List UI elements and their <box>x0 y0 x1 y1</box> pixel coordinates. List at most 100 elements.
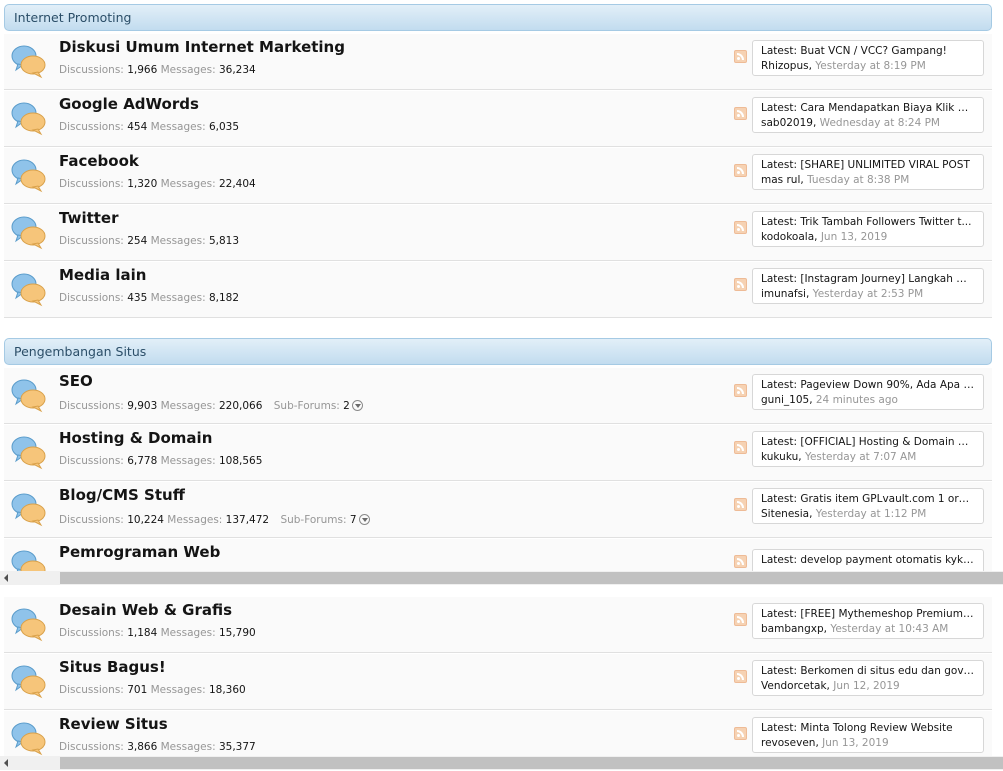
latest-user-link[interactable]: revoseven <box>761 737 815 749</box>
forum-title-link[interactable]: SEO <box>59 372 93 390</box>
forum-bubble-icon <box>10 719 48 756</box>
rss-feed-icon[interactable] <box>734 727 747 740</box>
rss-feed-icon[interactable] <box>734 221 747 234</box>
messages-label: Messages: <box>167 514 223 526</box>
discussions-label: Discussions: <box>59 400 124 412</box>
discussions-count: 435 <box>127 292 148 304</box>
forum-title-link[interactable]: Google AdWords <box>59 95 199 113</box>
scroll-left-arrow-icon[interactable] <box>0 571 14 585</box>
scrollbar-thumb[interactable] <box>60 572 1003 584</box>
latest-thread-link[interactable]: Gratis item GPLvault.com 1 oran... <box>800 493 975 505</box>
discussions-label: Discussions: <box>59 684 124 696</box>
rss-feed-icon[interactable] <box>734 50 747 63</box>
latest-thread-link[interactable]: Cara Mendapatkan Biaya Klik Mur... <box>800 102 975 114</box>
latest-label: Latest: <box>761 665 797 677</box>
category-header-pengembangan-situs[interactable]: Pengembangan Situs <box>4 338 992 365</box>
forum-title-link[interactable]: Blog/CMS Stuff <box>59 486 185 504</box>
latest-thread-link[interactable]: [OFFICIAL] Hosting & Domain Co... <box>800 436 975 448</box>
latest-time: Yesterday at 2:53 PM <box>812 288 924 300</box>
latest-user-link[interactable]: Vendorcetak <box>761 680 827 692</box>
messages-count: 22,404 <box>218 178 256 190</box>
messages-count: 137,472 <box>225 514 270 526</box>
discussions-count: 1,320 <box>127 178 158 190</box>
latest-label: Latest: <box>761 608 797 620</box>
latest-label: Latest: <box>761 273 797 285</box>
forum-title-link[interactable]: Diskusi Umum Internet Marketing <box>59 38 345 56</box>
latest-post-box: Latest: [SHARE] UNLIMITED VIRAL POST mas… <box>752 154 984 190</box>
horizontal-scrollbar[interactable] <box>0 756 1003 770</box>
forum-bubble-icon <box>10 213 48 251</box>
latest-thread-link[interactable]: develop payment otomatis kyk t... <box>800 554 975 566</box>
rss-feed-icon[interactable] <box>734 555 747 568</box>
rss-feed-icon[interactable] <box>734 278 747 291</box>
chevron-down-icon[interactable] <box>358 514 370 525</box>
messages-label: Messages: <box>150 684 206 696</box>
forum-bubble-icon <box>10 42 48 80</box>
messages-label: Messages: <box>150 235 206 247</box>
latest-user-link[interactable]: sab02019 <box>761 117 813 129</box>
forum-title-link[interactable]: Facebook <box>59 152 139 170</box>
rss-feed-icon[interactable] <box>734 107 747 120</box>
messages-label: Messages: <box>150 121 206 133</box>
latest-thread-link[interactable]: Buat VCN / VCC? Gampang! <box>800 45 947 57</box>
discussions-count: 454 <box>127 121 148 133</box>
forum-title-link[interactable]: Twitter <box>59 209 119 227</box>
messages-count: 108,565 <box>218 455 263 467</box>
discussions-count: 3,866 <box>127 741 158 753</box>
discussions-label: Discussions: <box>59 292 124 304</box>
rss-feed-icon[interactable] <box>734 670 747 683</box>
latest-thread-link[interactable]: Minta Tolong Review Website <box>800 722 952 734</box>
forum-title-link[interactable]: Media lain <box>59 266 146 284</box>
forum-title-link[interactable]: Desain Web & Grafis <box>59 601 232 619</box>
latest-thread-link[interactable]: Trik Tambah Followers Twitter t... <box>800 216 971 228</box>
forum-stats: Discussions: 9,903 Messages: 220,066 Sub… <box>59 398 363 412</box>
discussions-label: Discussions: <box>59 514 124 526</box>
forum-bubble-icon <box>10 662 48 700</box>
rss-feed-icon[interactable] <box>734 498 747 511</box>
forum-title-link[interactable]: Pemrograman Web <box>59 543 220 561</box>
latest-thread-link[interactable]: [FREE] Mythemeshop Premium T... <box>800 608 975 620</box>
latest-user-link[interactable]: guni_105 <box>761 394 809 406</box>
rss-feed-icon[interactable] <box>734 441 747 454</box>
rss-feed-icon[interactable] <box>734 164 747 177</box>
latest-thread-link[interactable]: Pageview Down 90%, Ada Apa Ge... <box>800 379 975 391</box>
latest-post-box: Latest: Buat VCN / VCC? Gampang! Rhizopu… <box>752 40 984 76</box>
messages-label: Messages: <box>160 455 216 467</box>
horizontal-scrollbar[interactable] <box>0 571 1003 585</box>
chevron-down-icon[interactable] <box>351 400 363 411</box>
forum-row: Review Situs Discussions: 3,866 Messages… <box>4 710 992 756</box>
latest-label: Latest: <box>761 379 797 391</box>
latest-thread-link[interactable]: [Instagram Journey] Langkah Me... <box>800 273 975 285</box>
latest-post-box: Latest: [Instagram Journey] Langkah Me..… <box>752 268 984 304</box>
latest-post-box: Latest: [OFFICIAL] Hosting & Domain Co..… <box>752 431 984 467</box>
latest-thread-link[interactable]: Berkomen di situs edu dan gov u... <box>800 665 975 677</box>
latest-post-box: Latest: Gratis item GPLvault.com 1 oran.… <box>752 488 984 524</box>
rss-feed-icon[interactable] <box>734 613 747 626</box>
rss-feed-icon[interactable] <box>734 384 747 397</box>
latest-post-box: Latest: develop payment otomatis kyk t..… <box>752 549 984 571</box>
latest-user-link[interactable]: kodokoala <box>761 231 814 243</box>
latest-user-link[interactable]: Rhizopus <box>761 60 809 72</box>
latest-post-box: Latest: Trik Tambah Followers Twitter t.… <box>752 211 984 247</box>
subforums-toggle[interactable]: Sub-Forums: 2 <box>274 400 363 412</box>
messages-count: 36,234 <box>218 64 256 76</box>
scroll-left-arrow-icon[interactable] <box>0 756 14 770</box>
forum-title-link[interactable]: Review Situs <box>59 715 168 733</box>
forum-bubble-icon <box>10 99 48 137</box>
forum-bubble-icon <box>10 547 48 571</box>
latest-user-link[interactable]: Sitenesia <box>761 508 809 520</box>
subforums-toggle[interactable]: Sub-Forums: 7 <box>280 514 370 526</box>
latest-post-box: Latest: [FREE] Mythemeshop Premium T... … <box>752 603 984 639</box>
latest-user-link[interactable]: mas rul <box>761 174 800 186</box>
scrollbar-thumb[interactable] <box>60 757 1003 769</box>
latest-user-link[interactable]: bambangxp <box>761 623 824 635</box>
latest-time: Yesterday at 1:12 PM <box>815 508 927 520</box>
latest-thread-link[interactable]: [SHARE] UNLIMITED VIRAL POST <box>800 159 970 171</box>
forum-bubble-icon <box>10 433 48 471</box>
latest-user-link[interactable]: imunafsi <box>761 288 806 300</box>
category-header-internet-promoting[interactable]: Internet Promoting <box>4 4 992 31</box>
latest-label: Latest: <box>761 436 797 448</box>
forum-title-link[interactable]: Situs Bagus! <box>59 658 166 676</box>
latest-user-link[interactable]: kukuku <box>761 451 798 463</box>
forum-title-link[interactable]: Hosting & Domain <box>59 429 212 447</box>
